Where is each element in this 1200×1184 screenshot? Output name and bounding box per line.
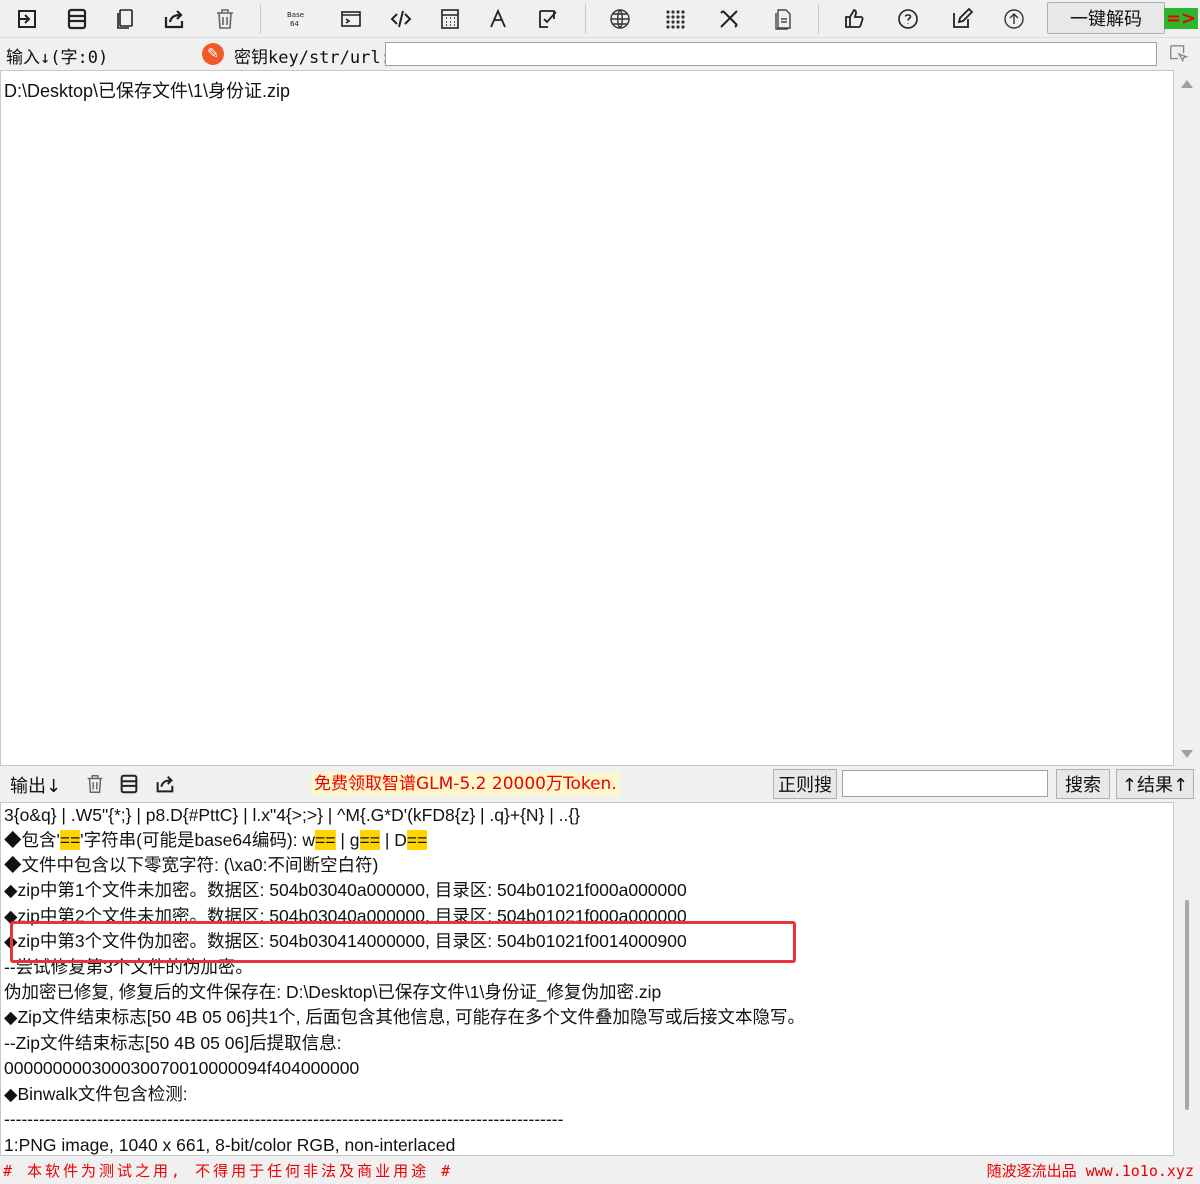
disclaimer-text: # 本软件为测试之用, 不得用于任何非法及商业用途 #	[3, 1162, 454, 1180]
globe-icon[interactable]	[604, 3, 636, 35]
save-icon[interactable]	[61, 3, 93, 35]
code-icon[interactable]	[385, 3, 417, 35]
output-line: ◆Zip文件结束标志[50 4B 05 06]共1个, 后面包含其他信息, 可能…	[4, 1005, 805, 1029]
key-label: 密钥key/str/url:	[234, 48, 391, 68]
toolbar: Base 64 一键解码 =>	[0, 0, 1200, 38]
output-text: ◆包含'	[4, 830, 60, 850]
output-scrollbar[interactable]	[1174, 802, 1200, 1156]
cursor-pick-icon[interactable]	[1165, 42, 1193, 66]
output-scroll-thumb[interactable]	[1185, 900, 1189, 1110]
credit-link[interactable]: 随波逐流出品 www.1o1o.xyz	[987, 1160, 1194, 1181]
output-text: 1:PNG image, 1040 x 661, 8-bit/color RGB…	[4, 1135, 456, 1155]
arrow-run-button[interactable]: =>	[1163, 4, 1199, 32]
toolbar-separator	[260, 4, 261, 34]
output-line: 000000000300030070010000094f404000000	[4, 1056, 359, 1080]
share-icon[interactable]	[158, 3, 190, 35]
highlight-match: ==	[59, 830, 81, 850]
document-icon[interactable]	[767, 3, 799, 35]
highlight-match: ==	[359, 830, 380, 850]
output-textarea[interactable]: 3{o&q} | .W5"{*;} | p8.D{#PttC} | l.x"4{…	[0, 802, 1174, 1156]
grid-icon[interactable]	[659, 3, 691, 35]
input-scrollbar[interactable]	[1174, 70, 1200, 766]
output-text: ◆zip中第1个文件未加密。数据区: 504b03040a000000, 目录区…	[4, 880, 687, 900]
toolbar-separator	[585, 4, 586, 34]
base64-icon[interactable]: Base 64	[280, 3, 312, 35]
output-text: 伪加密已修复, 修复后的文件保存在: D:\Desktop\已保存文件\1\身份…	[4, 982, 662, 1002]
output-label: 输出↓	[10, 776, 62, 797]
search-input[interactable]	[842, 770, 1048, 797]
output-text: | D	[380, 830, 407, 850]
output-line: 1:PNG image, 1040 x 661, 8-bit/color RGB…	[4, 1133, 456, 1155]
promo-banner[interactable]: 免费领取智谱GLM-5.2 20000万Token.	[311, 772, 620, 796]
upload-icon[interactable]	[998, 3, 1030, 35]
output-bar: 输出↓ 免费领取智谱GLM-5.2 20000万Token. 正则搜 搜索 ↑结…	[0, 766, 1200, 802]
output-text: '字符串(可能是base64编码): w	[80, 830, 316, 850]
copy-icon[interactable]	[109, 3, 141, 35]
svg-text:64: 64	[290, 20, 299, 28]
output-line: ◆文件中包含以下零宽字符: (\xa0:不间断空白符)	[4, 853, 378, 877]
arrow-run-label: =>	[1163, 7, 1199, 29]
output-text: 000000000300030070010000094f404000000	[4, 1058, 360, 1078]
output-save-icon[interactable]	[116, 771, 142, 797]
input-label: 输入↓(字:0)	[6, 48, 109, 68]
highlight-match: ==	[315, 830, 336, 850]
app-window: Base 64 一键解码 => 输入↓(字:0) ✎ 密钥key/str/url…	[0, 0, 1200, 1184]
output-line: 3{o&q} | .W5"{*;} | p8.D{#PttC} | l.x"4{…	[4, 803, 580, 827]
search-button[interactable]: 搜索	[1056, 769, 1110, 799]
input-bar: 输入↓(字:0) ✎ 密钥key/str/url:	[0, 38, 1200, 70]
output-text: ----------------------------------------…	[4, 1109, 564, 1129]
output-line: ----------------------------------------…	[4, 1107, 563, 1131]
output-line: ◆Binwalk文件包含检测:	[4, 1082, 188, 1106]
key-clear-icon[interactable]: ✎	[202, 43, 224, 65]
one-click-decode-button[interactable]: 一键解码	[1047, 2, 1165, 34]
output-line: --Zip文件结束标志[50 4B 05 06]后提取信息:	[4, 1031, 341, 1055]
pen-icon[interactable]	[946, 3, 978, 35]
output-line: ◆zip中第1个文件未加密。数据区: 504b03040a000000, 目录区…	[4, 878, 687, 902]
calculator-icon[interactable]	[434, 3, 466, 35]
result-toggle-button[interactable]: ↑结果↑	[1116, 769, 1194, 799]
output-text: ◆文件中包含以下零宽字符: (\xa0:不间断空白符)	[4, 855, 379, 875]
output-line: 伪加密已修复, 修复后的文件保存在: D:\Desktop\已保存文件\1\身份…	[4, 980, 661, 1004]
trash-icon[interactable]	[209, 3, 241, 35]
footer: # 本软件为测试之用, 不得用于任何非法及商业用途 # 随波逐流出品 www.1…	[0, 1156, 1200, 1184]
output-trash-icon[interactable]	[82, 771, 108, 797]
edit-check-icon[interactable]	[532, 3, 564, 35]
svg-text:Base: Base	[287, 11, 304, 19]
output-text: ◆Zip文件结束标志[50 4B 05 06]共1个, 后面包含其他信息, 可能…	[4, 1007, 806, 1027]
font-icon[interactable]	[482, 3, 514, 35]
output-text: 3{o&q} | .W5"{*;} | p8.D{#PttC} | l.x"4{…	[4, 805, 581, 825]
terminal-icon[interactable]	[335, 3, 367, 35]
output-text: | g	[335, 830, 360, 850]
import-icon[interactable]	[11, 3, 43, 35]
output-share-icon[interactable]	[152, 771, 178, 797]
regex-search-button[interactable]: 正则搜	[773, 769, 837, 799]
output-line: ◆包含'=='字符串(可能是base64编码): w== | g== | D==	[4, 828, 428, 852]
scroll-up-icon[interactable]	[1181, 80, 1193, 88]
toolbar-separator	[818, 4, 819, 34]
highlight-box	[10, 921, 796, 963]
thumbs-up-icon[interactable]	[838, 3, 870, 35]
key-input[interactable]	[385, 42, 1157, 66]
output-text: ◆Binwalk文件包含检测:	[4, 1084, 188, 1104]
highlight-match: ==	[406, 830, 428, 850]
output-text: --Zip文件结束标志[50 4B 05 06]后提取信息:	[4, 1033, 342, 1053]
help-icon[interactable]	[892, 3, 924, 35]
tools-icon[interactable]	[713, 3, 745, 35]
scroll-down-icon[interactable]	[1181, 750, 1193, 758]
input-textarea[interactable]: D:\Desktop\已保存文件\1\身份证.zip	[0, 70, 1174, 766]
